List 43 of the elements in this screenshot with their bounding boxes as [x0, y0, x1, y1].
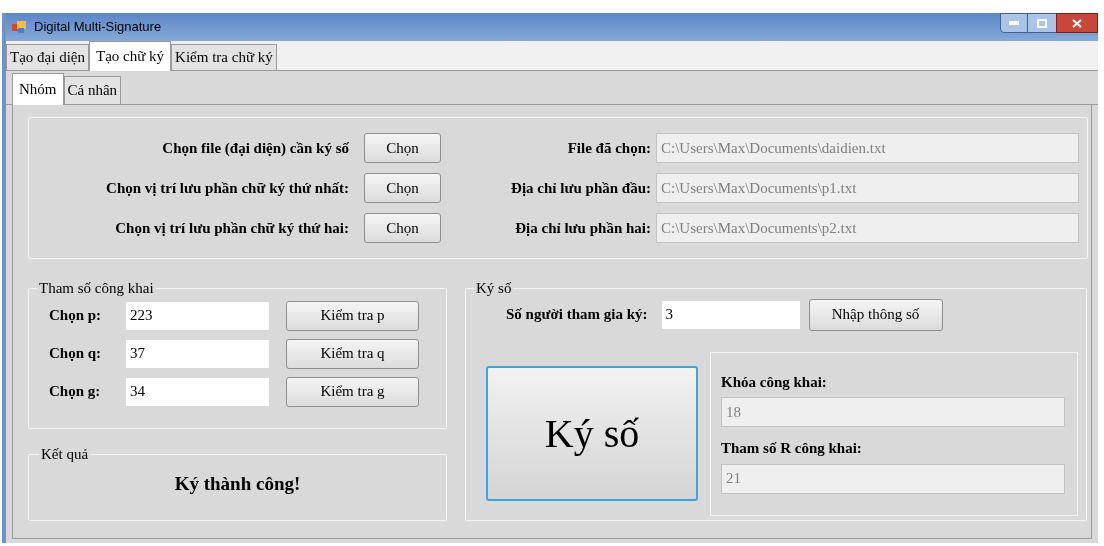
result-message: Ký thành công! [174, 471, 301, 496]
window-title: Digital Multi-Signature [34, 18, 162, 37]
param-label: Chọn p: [49, 306, 103, 326]
tab[interactable]: Cá nhân [63, 76, 122, 104]
check-button[interactable]: Kiểm tra p [286, 300, 419, 331]
param-field[interactable]: 34 [126, 377, 269, 406]
path-label: File đã chọn: [566, 138, 651, 158]
minimize-button[interactable] [1000, 13, 1028, 33]
minimize-icon [1009, 21, 1019, 25]
file-label: Chọn vị trí lưu phần chữ ký thứ hai: [114, 218, 349, 238]
tab[interactable]: Kiểm tra chữ ký [171, 44, 277, 70]
check-button[interactable]: Kiểm tra q [286, 338, 419, 369]
close-button[interactable] [1056, 13, 1098, 33]
choose-button[interactable]: Chọn [364, 213, 441, 243]
maximize-icon [1037, 18, 1047, 28]
tab[interactable]: Tạo chữ ký [89, 41, 172, 71]
tab[interactable]: Nhóm [12, 73, 64, 105]
output-label: Tham số R công khai: [721, 439, 863, 458]
participants-field[interactable]: 3 [661, 300, 800, 329]
check-button[interactable]: Kiểm tra g [286, 376, 419, 407]
close-icon [1072, 18, 1082, 28]
file-label: Chọn vị trí lưu phần chữ ký thứ nhất: [105, 178, 349, 198]
param-label: Chọn g: [49, 382, 102, 402]
output-field[interactable]: 18 [721, 397, 1065, 427]
path-field[interactable]: C:\Users\Max\Documents\daidien.txt [656, 133, 1079, 163]
param-label: Chọn q: [49, 344, 103, 364]
group-title: Tham số công khai [38, 279, 155, 298]
param-field[interactable]: 223 [126, 301, 269, 330]
sign-button[interactable]: Ký số [486, 366, 698, 501]
file-label: Chọn file (đại diện) cần ký số [161, 138, 349, 158]
group-title: Ký số [475, 279, 513, 298]
group-title: Kết quả [40, 445, 90, 464]
maximize-button[interactable] [1028, 13, 1056, 33]
tab[interactable]: Tạo đại diện [6, 44, 89, 70]
choose-button[interactable]: Chọn [364, 173, 441, 203]
path-label: Địa chỉ lưu phần hai: [514, 218, 651, 238]
app-icon [12, 21, 28, 33]
path-label: Địa chỉ lưu phần đầu: [510, 178, 651, 198]
output-label: Khóa công khai: [721, 372, 828, 392]
choose-button[interactable]: Chọn [364, 133, 441, 163]
participants-label: Số người tham gia ký: [506, 305, 648, 325]
enter-params-button[interactable]: Nhập thông số [808, 298, 943, 331]
param-field[interactable]: 37 [126, 339, 269, 368]
